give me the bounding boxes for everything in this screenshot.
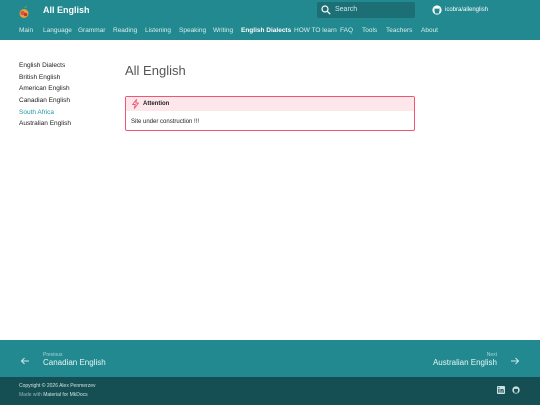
tab-reading[interactable]: Reading bbox=[113, 27, 137, 35]
tab-english-dialects[interactable]: English Dialects bbox=[241, 27, 291, 35]
linkedin-icon[interactable] bbox=[497, 386, 505, 394]
admonition-header: Attention bbox=[126, 97, 414, 111]
tab-how-to-learn[interactable]: HOW TO learn bbox=[294, 27, 337, 35]
navigation-tabs: Main Language Grammar Reading Listening … bbox=[0, 22, 540, 40]
made-with-link[interactable]: Material for MkDocs bbox=[43, 392, 87, 398]
tab-speaking[interactable]: Speaking bbox=[179, 27, 206, 35]
github-icon bbox=[432, 5, 442, 15]
sidebar-item-english-dialects[interactable]: English Dialects bbox=[19, 62, 65, 70]
footer-meta: Copyright © 2026 Alex Penmerzev Made wit… bbox=[0, 377, 540, 405]
repo-name: icobra/allenglish bbox=[445, 7, 489, 13]
sidebar-item-australian-english[interactable]: Australian English bbox=[19, 120, 71, 128]
sidebar-item-american-english[interactable]: American English bbox=[19, 85, 70, 93]
tab-about[interactable]: About bbox=[421, 27, 438, 35]
tab-teachers[interactable]: Teachers bbox=[386, 27, 412, 35]
admonition-text: Site under construction !!! bbox=[131, 119, 200, 125]
tab-tools[interactable]: Tools bbox=[362, 27, 377, 35]
sidebar-item-british-english[interactable]: British English bbox=[19, 74, 60, 82]
search-placeholder: Search bbox=[335, 6, 358, 13]
tab-grammar[interactable]: Grammar bbox=[78, 27, 105, 35]
copyright-text: Copyright © 2026 Alex Penmerzev bbox=[19, 383, 96, 389]
arrow-left-icon[interactable] bbox=[20, 357, 30, 365]
github-icon[interactable] bbox=[512, 386, 520, 394]
made-with-prefix: Made with bbox=[19, 392, 42, 398]
sidebar-item-south-africa[interactable]: South Africa bbox=[19, 109, 54, 117]
search-input[interactable]: Search bbox=[317, 2, 415, 18]
made-with-text: Made with Material for MkDocs bbox=[19, 392, 88, 398]
site-title[interactable]: All English bbox=[43, 5, 90, 16]
header: All English Search icobra/allenglish bbox=[0, 0, 540, 22]
sidebar-item-canadian-english[interactable]: Canadian English bbox=[19, 97, 70, 105]
footer-navigation: Previous Canadian English Next Australia… bbox=[0, 340, 540, 377]
admonition-title: Attention bbox=[143, 101, 170, 107]
tab-language[interactable]: Language bbox=[43, 27, 72, 35]
tab-writing[interactable]: Writing bbox=[213, 27, 233, 35]
tab-faq[interactable]: FAQ bbox=[340, 27, 353, 35]
search-icon bbox=[321, 5, 331, 15]
previous-page-link[interactable]: Canadian English bbox=[43, 358, 106, 368]
tab-listening[interactable]: Listening bbox=[145, 27, 171, 35]
lightning-bolt-icon bbox=[132, 99, 139, 109]
page-title: All English bbox=[125, 63, 186, 78]
apple-logo-icon[interactable] bbox=[17, 5, 31, 19]
arrow-right-icon[interactable] bbox=[510, 357, 520, 365]
attention-admonition: Attention Site under construction !!! bbox=[125, 96, 415, 131]
next-page-link[interactable]: Australian English bbox=[433, 358, 497, 368]
tab-main[interactable]: Main bbox=[19, 27, 33, 35]
